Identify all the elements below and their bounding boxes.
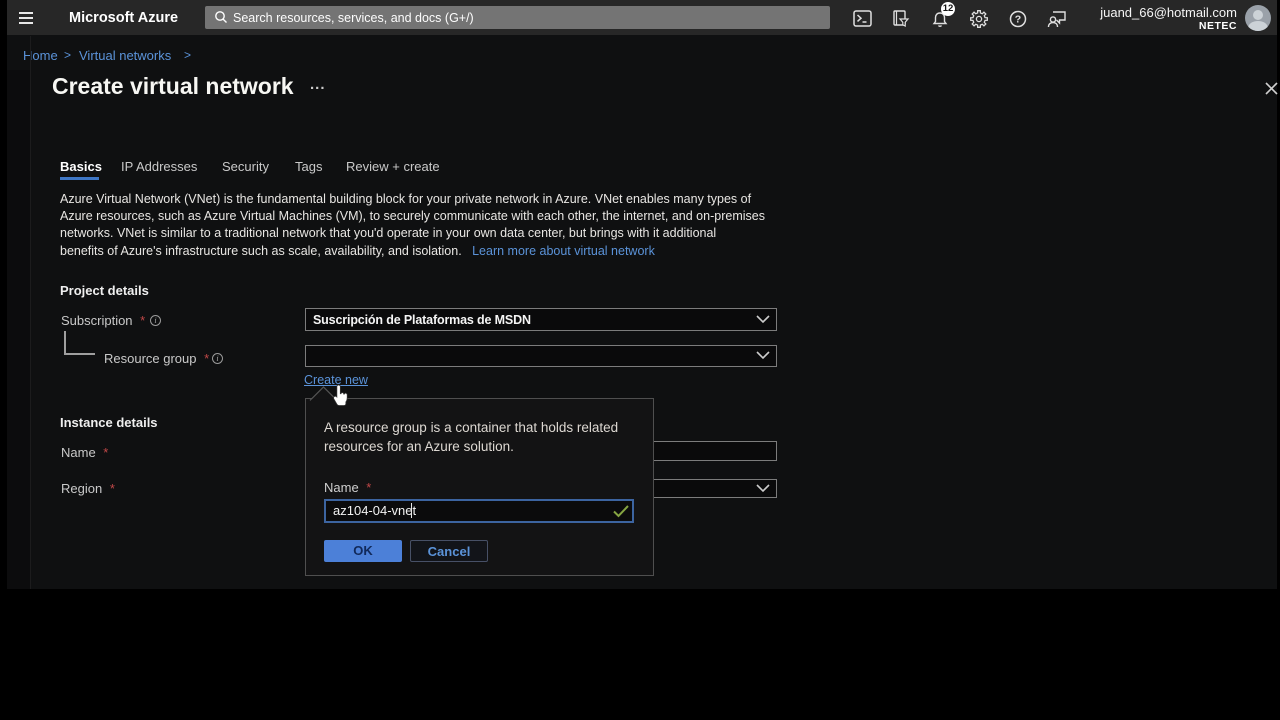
svg-text:?: ? <box>1015 14 1021 26</box>
